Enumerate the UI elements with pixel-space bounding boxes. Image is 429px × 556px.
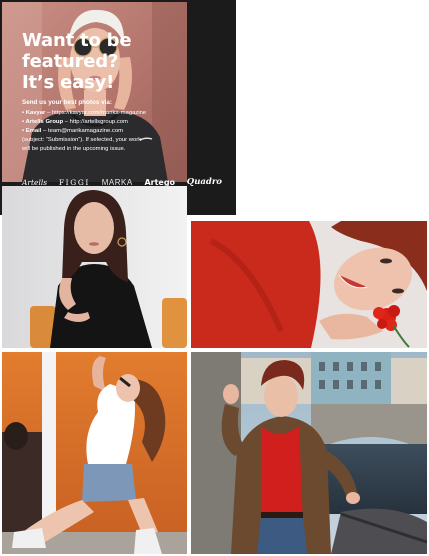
- channel-artells[interactable]: • Artells Group – http://artellsgroup.co…: [22, 118, 227, 127]
- submission-panel: Want to be featured? It’s easy! Send us …: [0, 0, 236, 215]
- headline-line-1: Want to be: [22, 30, 132, 51]
- submission-intro: Send us your best photos via:: [22, 99, 112, 106]
- headline-line-3: It’s easy!: [22, 72, 115, 93]
- headline-line-2: featured?: [22, 51, 119, 72]
- channel-artells-name: • Artells Group: [22, 119, 64, 126]
- logo-quadro: Quadro: [186, 177, 222, 187]
- submission-info: Send us your best photos via: • Kavyar –…: [22, 99, 227, 154]
- channel-email-address[interactable]: – team@marikamagazine.com: [41, 128, 123, 134]
- headline: Want to be featured? It’s easy!: [22, 30, 222, 93]
- photo-city-river: [191, 352, 427, 554]
- channel-kavyar[interactable]: • Kavyar – https://kavyar.com/marika-mag…: [22, 109, 227, 118]
- channel-kavyar-name: • Kavyar: [22, 110, 46, 116]
- channel-kavyar-link[interactable]: – https://kavyar.com/marika-magazine: [45, 110, 146, 116]
- photo-singer-stage: [2, 352, 187, 554]
- submission-note-line-1: (subject: “Submission”). If selected, yo…: [22, 137, 142, 144]
- photo-brunette-portrait: [2, 186, 187, 348]
- submission-note-line-2: will be published in the upcoming issue.: [22, 146, 126, 153]
- channel-email[interactable]: • Email – team@marikamagazine.com: [22, 127, 227, 136]
- photo-red-flower: [191, 221, 427, 348]
- channel-email-name: • Email: [22, 128, 42, 135]
- channel-artells-link[interactable]: – http://artellsgroup.com: [63, 119, 128, 125]
